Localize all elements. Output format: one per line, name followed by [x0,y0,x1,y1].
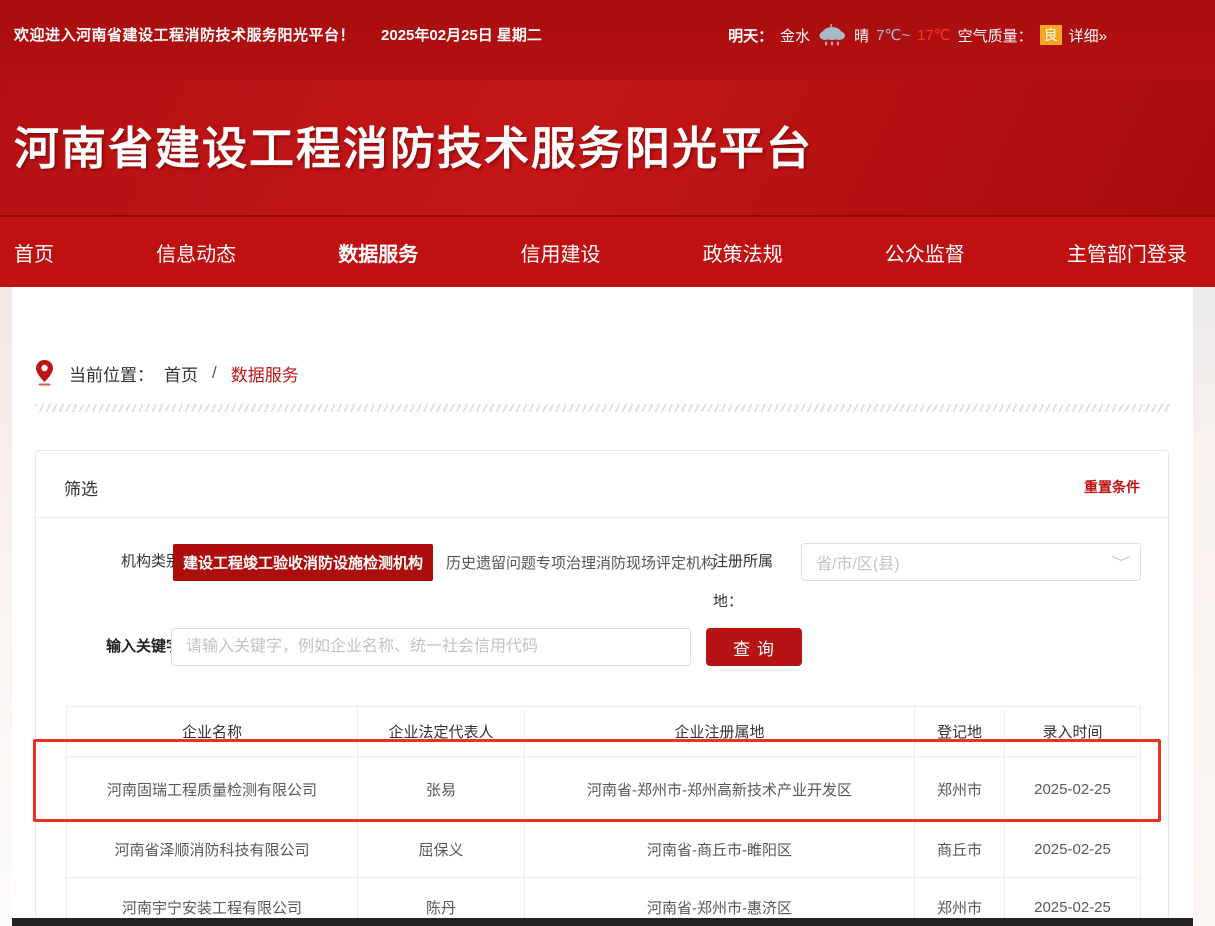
air-quality-badge: 良 [1040,25,1062,45]
weather-detail-link[interactable]: 详细» [1069,25,1107,46]
site-banner: 河南省建设工程消防技术服务阳光平台 [0,80,1215,215]
category-option-0[interactable]: 建设工程竣工验收消防设施检测机构 [173,544,433,581]
weather-condition: 晴 [854,25,869,46]
stripe-divider [36,404,1170,412]
nav-item-6[interactable]: 主管部门登录 [1067,238,1187,267]
search-button[interactable]: 查 询 [706,628,802,666]
table-cell: 河南省-郑州市-郑州高新技术产业开发区 [525,757,915,822]
column-header: 企业名称 [67,707,358,757]
table-cell: 屈保义 [358,822,525,878]
filter-row-keyword: 输入关键字： 查 询 [36,627,1170,667]
weather-widget: 明天： 金水 晴 7℃~ 17℃ 空气质量： 良 详细» [728,24,1107,46]
column-header: 企业法定代表人 [358,707,525,757]
filter-card-header: 筛选 重置条件 [36,451,1168,518]
date-text: 2025年02月25日 星期二 [381,24,542,45]
table-cell: 张易 [358,757,525,822]
breadcrumb: 当前位置： 首页 / 数据服务 [36,360,299,386]
column-header: 登记地 [915,707,1005,757]
reset-filters-link[interactable]: 重置条件 [1084,477,1140,497]
welcome-text: 欢迎进入河南省建设工程消防技术服务阳光平台！ [14,24,355,45]
result-table-head: 企业名称企业法定代表人企业注册属地登记地录入时间 [67,707,1141,757]
left-edge-band [0,287,12,926]
site-title: 河南省建设工程消防技术服务阳光平台 [14,112,813,177]
result-table: 企业名称企业法定代表人企业注册属地登记地录入时间 河南固瑞工程质量检测有限公司张… [66,706,1141,926]
temp-high: 17℃ [917,26,951,44]
footer-edge-strip [12,918,1193,926]
table-row[interactable]: 河南省泽顺消防科技有限公司屈保义河南省-商丘市-睢阳区商丘市2025-02-25 [67,822,1141,878]
table-cell: 河南省-商丘市-睢阳区 [525,822,915,878]
nav-item-4[interactable]: 政策法规 [703,238,783,267]
column-header: 录入时间 [1005,707,1141,757]
location-pin-icon [36,360,53,386]
breadcrumb-current: 数据服务 [231,361,299,386]
air-quality-label: 空气质量： [958,25,1033,46]
nav-item-0[interactable]: 首页 [14,238,54,267]
table-cell: 郑州市 [915,757,1005,822]
nav-item-2[interactable]: 数据服务 [338,238,418,267]
breadcrumb-home[interactable]: 首页 [164,361,198,386]
chevron-down-icon: ﹀ [1111,553,1131,573]
column-header: 企业注册属地 [525,707,915,757]
weather-tomorrow-label: 明天： [728,25,773,46]
filter-card: 筛选 重置条件 机构类别： 建设工程竣工验收消防设施检测机构历史遗留问题专项治理… [35,450,1169,926]
region-select[interactable]: 省/市/区(县) ﹀ [801,543,1141,581]
main-nav: 首页 信息动态 数据服务 信用建设 政策法规 公众监督 主管部门登录 [0,215,1215,287]
keyword-input[interactable] [171,628,691,666]
breadcrumb-label: 当前位置： [69,361,154,386]
nav-item-1[interactable]: 信息动态 [156,238,236,267]
table-cell: 商丘市 [915,822,1005,878]
category-label: 机构类别： [36,542,196,582]
top-utility-bar: 欢迎进入河南省建设工程消防技术服务阳光平台！ 2025年02月25日 星期二 明… [0,0,1215,80]
table-cell: 河南固瑞工程质量检测有限公司 [67,757,358,822]
category-option-1[interactable]: 历史遗留问题专项治理消防现场评定机构 [446,552,716,573]
right-edge-band [1193,287,1215,926]
breadcrumb-separator: / [212,363,217,383]
filter-row-category: 机构类别： 建设工程竣工验收消防设施检测机构历史遗留问题专项治理消防现场评定机构… [36,542,1170,582]
nav-item-5[interactable]: 公众监督 [885,238,965,267]
cloud-rain-icon [817,24,847,46]
filter-title: 筛选 [64,475,98,500]
weather-district: 金水 [780,25,810,46]
region-label: 注册所属地： [713,542,801,582]
category-options: 建设工程竣工验收消防设施检测机构历史遗留问题专项治理消防现场评定机构 [173,542,716,582]
temp-low: 7℃~ [876,26,910,44]
table-cell: 2025-02-25 [1005,757,1141,822]
nav-item-3[interactable]: 信用建设 [520,238,600,267]
table-cell: 2025-02-25 [1005,822,1141,878]
table-cell: 河南省泽顺消防科技有限公司 [67,822,358,878]
table-row[interactable]: 河南固瑞工程质量检测有限公司张易河南省-郑州市-郑州高新技术产业开发区郑州市20… [67,757,1141,822]
result-table-body: 河南固瑞工程质量检测有限公司张易河南省-郑州市-郑州高新技术产业开发区郑州市20… [67,757,1141,926]
region-select-placeholder: 省/市/区(县) [816,550,900,574]
